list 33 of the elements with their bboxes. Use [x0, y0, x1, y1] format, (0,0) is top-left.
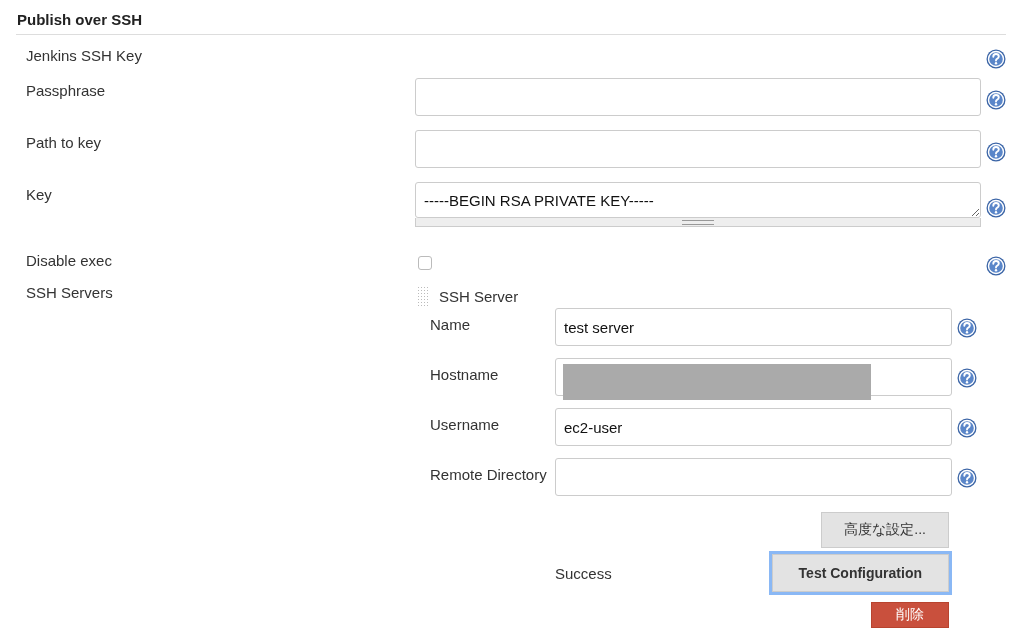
- field-label: Disable exec: [25, 251, 113, 269]
- status-text: Success: [555, 564, 612, 582]
- help-icon[interactable]: [986, 142, 1006, 162]
- test-configuration-button[interactable]: Test Configuration: [771, 554, 949, 592]
- section-title: Publish over SSH: [16, 10, 1006, 35]
- resize-handle[interactable]: [415, 218, 981, 227]
- help-icon[interactable]: [986, 90, 1006, 110]
- input-field[interactable]: [555, 458, 952, 496]
- input-field[interactable]: [415, 78, 981, 116]
- input-field[interactable]: [415, 130, 981, 168]
- field-label: SSH Servers: [25, 283, 114, 301]
- field-label: Passphrase: [25, 81, 107, 99]
- help-icon[interactable]: [986, 49, 1006, 69]
- field-label: Remote Directory: [429, 465, 548, 483]
- help-icon[interactable]: [957, 368, 977, 388]
- input-field[interactable]: ec2-user: [555, 408, 952, 446]
- text-area[interactable]: -----BEGIN RSA PRIVATE KEY-----: [415, 182, 981, 218]
- field-label: Jenkins SSH Key: [25, 46, 143, 64]
- server-title: SSH Server: [439, 287, 519, 305]
- help-icon[interactable]: [986, 256, 1006, 276]
- help-icon[interactable]: [957, 318, 977, 338]
- delete-button[interactable]: 削除: [871, 602, 949, 628]
- field-label: Path to key: [25, 133, 103, 151]
- field-label: Key: [25, 185, 53, 203]
- advanced-button[interactable]: 高度な設定...: [821, 512, 949, 548]
- field-label: Hostname: [429, 365, 500, 383]
- field-label: Username: [429, 415, 501, 433]
- checkbox[interactable]: [418, 256, 432, 270]
- help-icon[interactable]: [986, 198, 1006, 218]
- help-icon[interactable]: [957, 468, 977, 488]
- input-field[interactable]: test server: [555, 308, 952, 346]
- field-label: Name: [429, 315, 471, 333]
- help-icon[interactable]: [957, 418, 977, 438]
